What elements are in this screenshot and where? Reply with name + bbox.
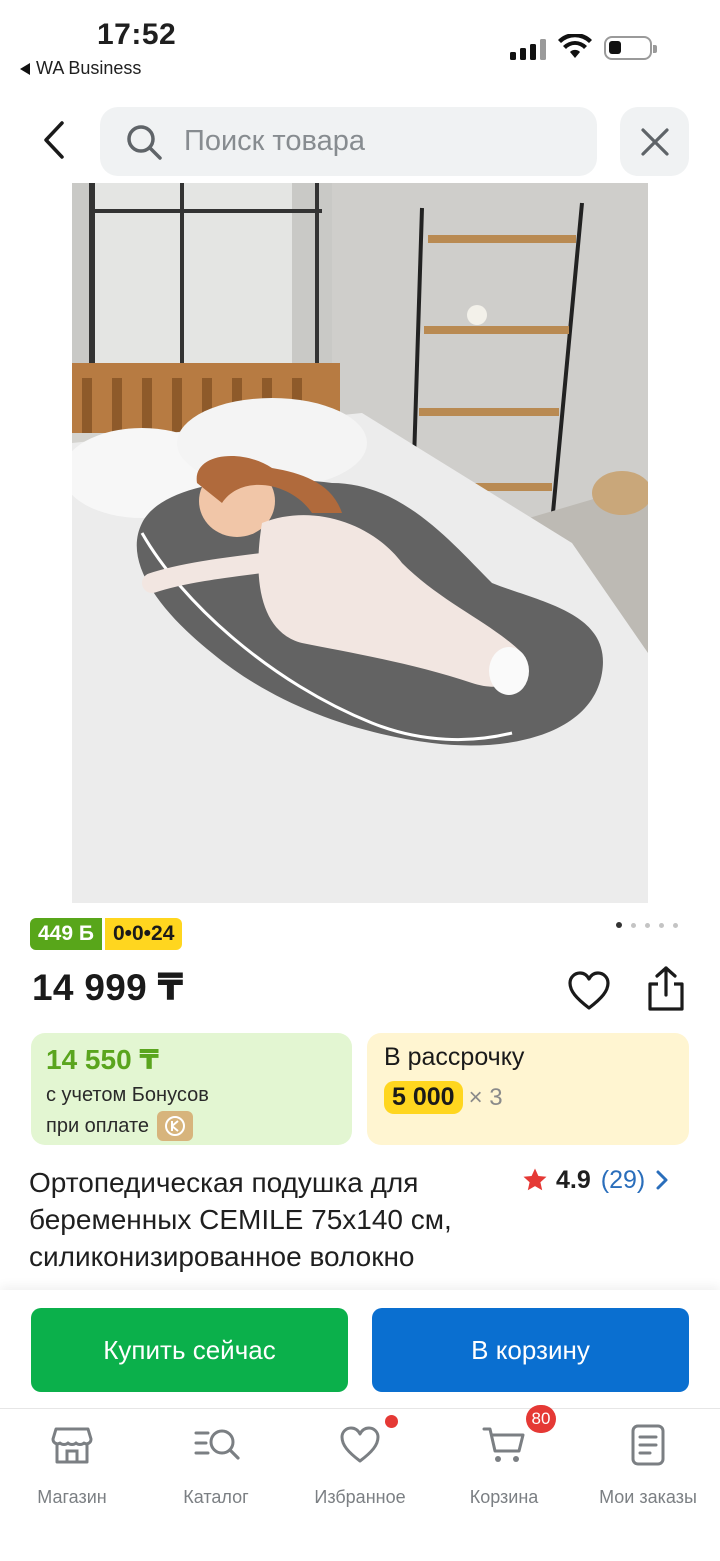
nav-label-store: Магазин — [37, 1487, 107, 1507]
status-time: 17:52 — [97, 18, 177, 51]
close-icon — [640, 127, 669, 156]
orders-icon — [626, 1423, 670, 1467]
gallery-dot[interactable] — [616, 922, 622, 928]
bonus-note-line2-row: при оплате — [46, 1111, 337, 1141]
status-bar: 17:52 WA Business — [0, 0, 720, 90]
favorites-notification-dot — [385, 1415, 398, 1428]
rating-link[interactable]: 4.9 (29) — [522, 1164, 669, 1196]
add-to-cart-button[interactable]: В корзину — [372, 1308, 689, 1392]
back-triangle-icon — [20, 62, 30, 75]
chevron-right-icon — [656, 1170, 668, 1190]
search-icon — [127, 124, 162, 160]
product-title: Ортопедическая подушка для беременных CE… — [29, 1167, 452, 1272]
cart-count-badge: 80 — [526, 1405, 556, 1433]
gallery-dot[interactable] — [673, 922, 678, 928]
rating-count: (29) — [600, 1165, 646, 1194]
promo-badges: 449 Б 0•0•24 — [30, 918, 183, 950]
share-button[interactable] — [642, 964, 690, 1014]
gallery-pager — [616, 922, 678, 928]
search-input[interactable] — [184, 125, 564, 158]
nav-label-favorites: Избранное — [314, 1487, 406, 1507]
bonus-price: 14 550 ₸ — [46, 1044, 159, 1075]
heart-icon — [568, 971, 610, 1010]
back-button[interactable] — [30, 116, 78, 164]
buy-now-button[interactable]: Купить сейчас — [31, 1308, 348, 1392]
battery-icon — [604, 36, 657, 60]
nav-item-store[interactable]: Магазин — [0, 1409, 144, 1519]
heart-icon — [338, 1415, 398, 1467]
product-image-gallery[interactable] — [72, 183, 648, 903]
bonus-note-line2: при оплате — [46, 1114, 150, 1137]
gallery-dot[interactable] — [645, 922, 650, 928]
favorite-button[interactable] — [566, 968, 612, 1014]
product-photo — [72, 183, 648, 903]
nav-item-favorites[interactable]: Избранное — [288, 1409, 432, 1519]
share-icon — [648, 966, 684, 1011]
cellular-signal-icon — [510, 38, 546, 60]
gallery-dot[interactable] — [631, 922, 636, 928]
installment-label: В рассрочку — [384, 1043, 525, 1071]
nav-item-cart[interactable]: 80 Корзина — [432, 1405, 576, 1519]
bonus-price-card[interactable]: 14 550 ₸ с учетом Бонусов при оплате — [31, 1033, 352, 1145]
installment-card[interactable]: В рассрочку 5 000 × 3 — [367, 1033, 689, 1145]
product-price: 14 999 ₸ — [32, 967, 184, 1008]
catalog-search-icon — [194, 1423, 240, 1467]
search-bar[interactable] — [100, 107, 597, 176]
installment-row: 5 000 × 3 — [384, 1081, 672, 1114]
installment-amount: 5 000 — [384, 1081, 463, 1114]
chevron-left-icon — [44, 121, 64, 159]
store-icon — [50, 1423, 94, 1467]
payment-logo-icon — [157, 1111, 194, 1141]
installment-badge: 0•0•24 — [104, 918, 183, 950]
bonus-badge: 449 Б — [30, 918, 102, 950]
installment-multiplier: × 3 — [468, 1083, 503, 1111]
back-to-app-link[interactable]: WA Business — [20, 58, 141, 79]
cart-icon: 80 — [482, 1405, 556, 1467]
gallery-dot[interactable] — [659, 922, 664, 928]
clear-search-button[interactable] — [620, 107, 689, 176]
back-app-label: WA Business — [36, 58, 142, 78]
nav-item-catalog[interactable]: Каталог — [144, 1409, 288, 1519]
nav-label-orders: Мои заказы — [599, 1487, 697, 1507]
bonus-note-line1: с учетом Бонусов — [46, 1084, 209, 1106]
purchase-actions-bar: Купить сейчас В корзину — [0, 1290, 720, 1408]
nav-item-orders[interactable]: Мои заказы — [576, 1409, 720, 1519]
nav-label-cart: Корзина — [469, 1487, 539, 1507]
wifi-icon — [558, 34, 592, 58]
rating-score: 4.9 — [556, 1165, 591, 1194]
nav-label-catalog: Каталог — [183, 1487, 249, 1507]
search-header — [0, 100, 720, 182]
star-icon — [523, 1168, 547, 1191]
bottom-navigation: Магазин Каталог Избранное 80 Корзина Мои… — [0, 1405, 720, 1561]
